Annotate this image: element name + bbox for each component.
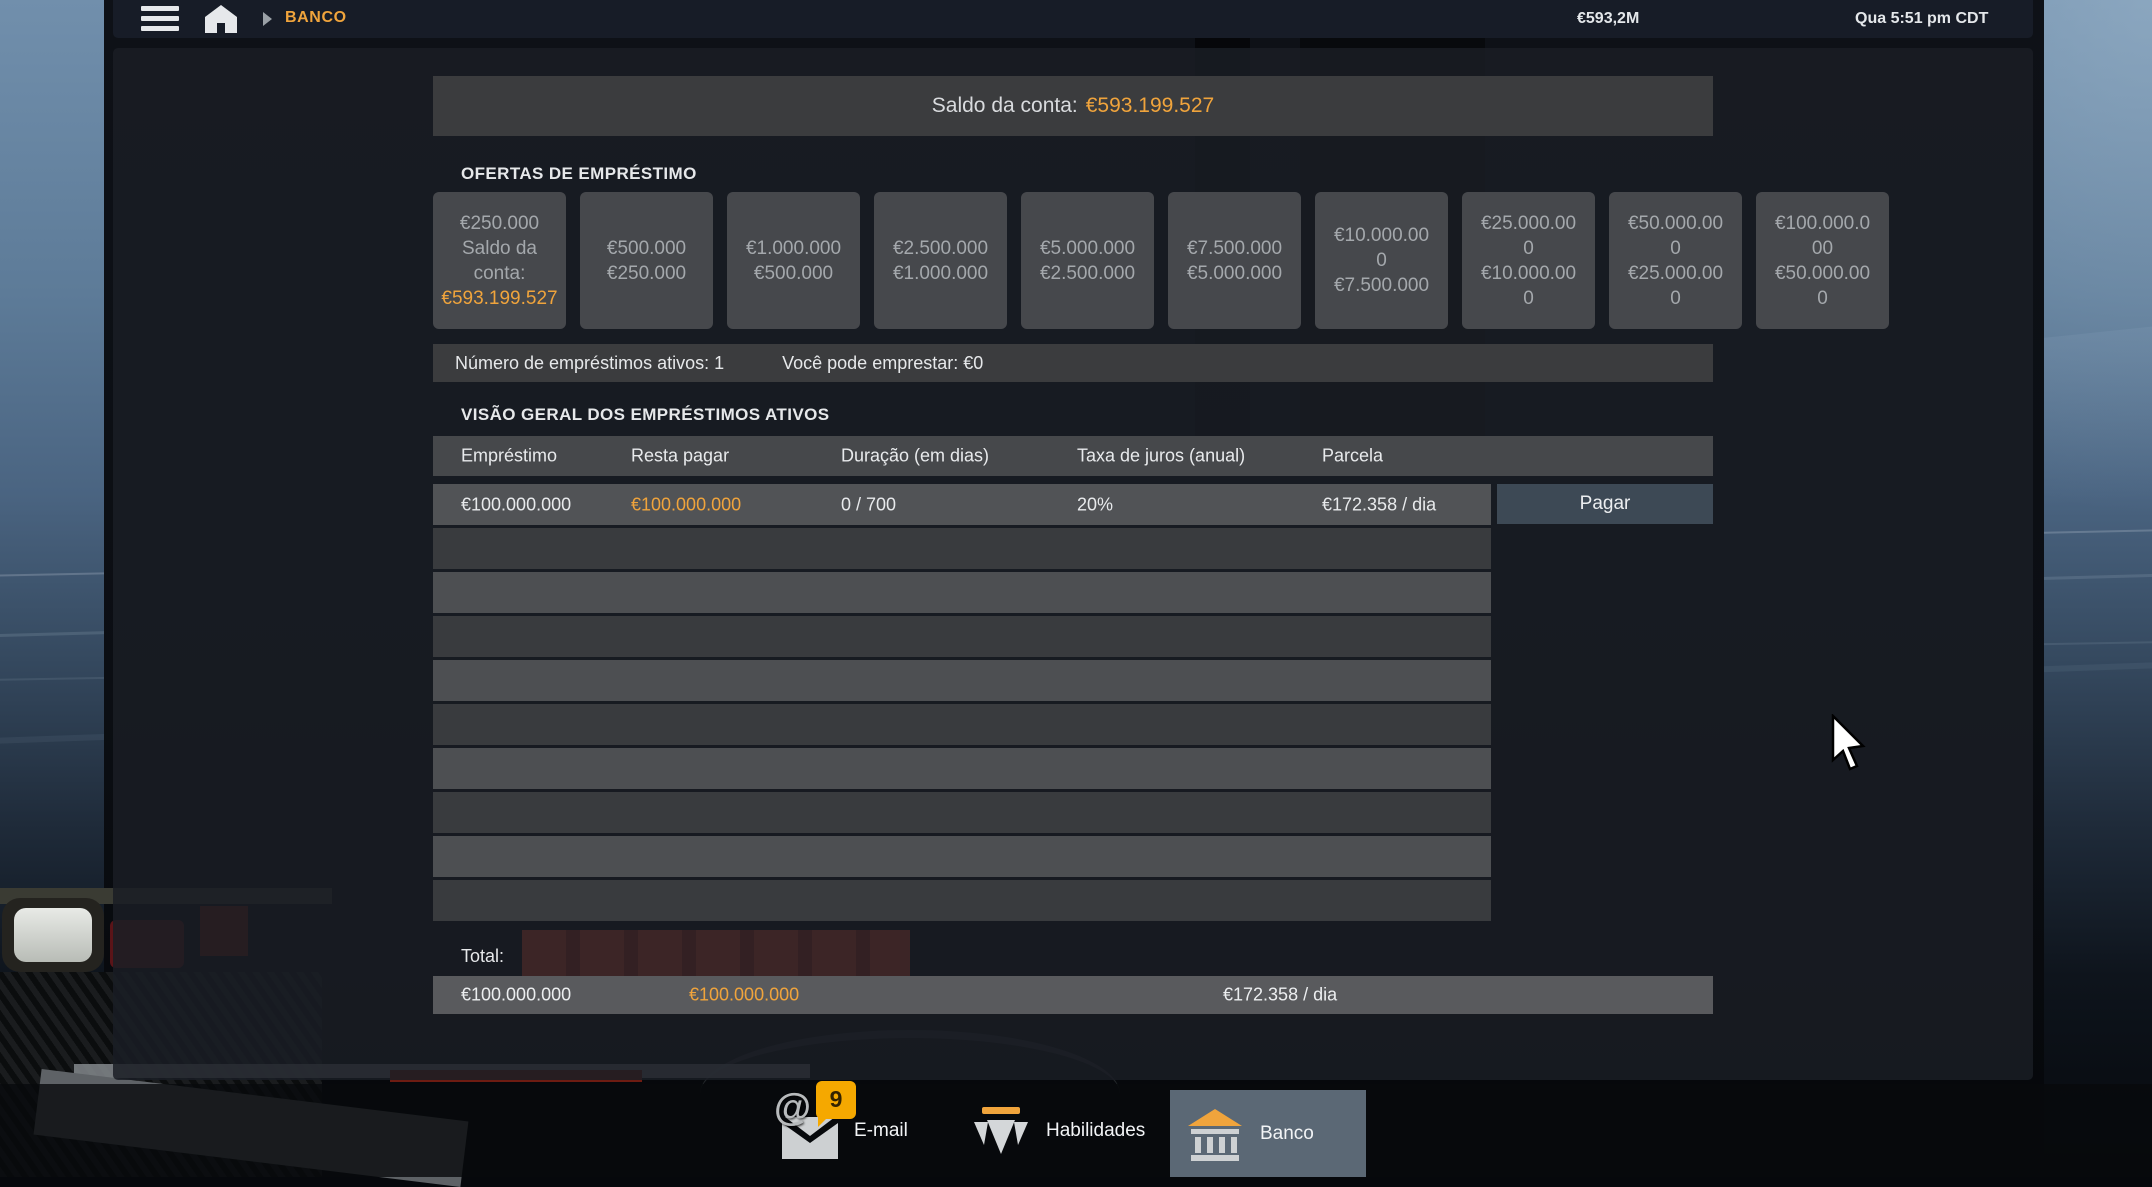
offer-payback: €7.500.000 [1331, 273, 1432, 298]
total-installment: €172.358 / dia [1223, 985, 1337, 1006]
offer-payback: €10.000.000 [1478, 261, 1579, 311]
loan-offer-card[interactable]: €5.000.000 €2.500.000 [1021, 192, 1154, 329]
empty-loan-row [433, 660, 1491, 701]
offer-amount: €1.000.000 [743, 236, 844, 261]
breadcrumb-bank[interactable]: BANCO [285, 9, 347, 27]
totals-bar: €100.000.000 €100.000.000 €172.358 / dia [433, 976, 1713, 1014]
breadcrumb-arrow-icon [263, 12, 272, 26]
tab-email[interactable]: @ 9 E-mail [764, 1084, 926, 1177]
empty-loan-row [433, 704, 1491, 745]
at-sign-icon: @ [774, 1087, 811, 1130]
active-loans-title: VISÃO GERAL DOS EMPRÉSTIMOS ATIVOS [461, 405, 829, 425]
tab-skills-label: Habilidades [1046, 1120, 1145, 1142]
loan-offer-card[interactable]: €7.500.000 €5.000.000 [1168, 192, 1301, 329]
bottom-nav-bar: @ 9 E-mail Habilidades [0, 1084, 2152, 1177]
header-duration: Duração (em dias) [841, 446, 989, 467]
balance-label: Saldo da conta: [932, 94, 1078, 118]
header-interest: Taxa de juros (anual) [1077, 446, 1245, 467]
active-loans-count: Número de empréstimos ativos: 1 [455, 353, 724, 374]
hamburger-icon [141, 6, 179, 11]
money-display: €593,2M [1577, 10, 1639, 28]
total-loan: €100.000.000 [461, 985, 571, 1006]
offer-tooltip-label: Saldo da conta: [449, 236, 550, 286]
loan-duration: 0 / 700 [841, 494, 896, 515]
loan-offer-card[interactable]: €2.500.000 €1.000.000 [874, 192, 1007, 329]
loan-offer-card[interactable]: €25.000.000 €10.000.000 [1462, 192, 1595, 329]
offer-amount: €250.000 [449, 211, 550, 236]
tab-bank-active[interactable]: Banco [1170, 1090, 1366, 1177]
empty-loan-row [433, 880, 1491, 921]
hamburger-icon [141, 16, 179, 21]
offer-payback: €25.000.000 [1625, 261, 1726, 311]
unread-mail-badge: 9 [816, 1081, 856, 1119]
header-installment: Parcela [1322, 446, 1383, 467]
loan-interest: 20% [1077, 494, 1113, 515]
offer-amount: €100.000.000 [1772, 211, 1873, 261]
offer-tooltip-value: €593.199.527 [441, 286, 557, 311]
empty-loan-row [433, 616, 1491, 657]
loan-offer-card[interactable]: €100.000.000 €50.000.000 [1756, 192, 1889, 329]
offer-amount: €5.000.000 [1037, 236, 1138, 261]
loan-offer-card[interactable]: €10.000.000 €7.500.000 [1315, 192, 1448, 329]
offer-payback: €1.000.000 [890, 261, 991, 286]
offer-payback: €250.000 [596, 261, 697, 286]
empty-loan-row [433, 792, 1491, 833]
offer-payback: €5.000.000 [1184, 261, 1285, 286]
offer-amount: €500.000 [596, 236, 697, 261]
bank-icon [1188, 1109, 1242, 1161]
loan-remaining: €100.000.000 [631, 494, 741, 515]
offer-amount: €7.500.000 [1184, 236, 1285, 261]
loan-offer-card[interactable]: €250.000 Saldo da conta: €593.199.527 [433, 192, 566, 329]
offer-payback: €2.500.000 [1037, 261, 1138, 286]
offer-amount: €2.500.000 [890, 236, 991, 261]
datetime-display: Qua 5:51 pm CDT [1855, 10, 1988, 28]
menu-button[interactable] [141, 6, 179, 32]
loan-table-row: €100.000.000 €100.000.000 0 / 700 20% €1… [433, 484, 1491, 525]
loan-offer-card[interactable]: €500.000 €250.000 [580, 192, 713, 329]
empty-loan-row [433, 572, 1491, 613]
truck-reverse-light [14, 908, 92, 962]
account-balance-bar: Saldo da conta: €593.199.527 [433, 76, 1713, 136]
total-label: Total: [461, 946, 504, 967]
bank-panel: Saldo da conta: €593.199.527 OFERTAS DE … [113, 48, 2033, 1080]
header-remaining: Resta pagar [631, 446, 729, 467]
tab-skills[interactable]: Habilidades [956, 1084, 1163, 1177]
loans-table-header: Empréstimo Resta pagar Duração (em dias)… [433, 436, 1713, 476]
loan-status-bar: Número de empréstimos ativos: 1 Você pod… [433, 344, 1713, 382]
top-bar: BANCO €593,2M Qua 5:51 pm CDT [113, 0, 2033, 38]
tab-email-label: E-mail [854, 1120, 908, 1142]
empty-loan-row [433, 528, 1491, 569]
header-loan: Empréstimo [461, 446, 557, 467]
pay-button[interactable]: Pagar [1497, 484, 1713, 524]
home-button[interactable] [205, 5, 237, 33]
tab-bank-label: Banco [1260, 1123, 1314, 1145]
hamburger-icon [141, 26, 179, 31]
offer-amount: €25.000.000 [1478, 211, 1579, 261]
skills-icon [974, 1107, 1028, 1159]
can-borrow-amount: Você pode emprestar: €0 [782, 353, 983, 374]
balance-value: €593.199.527 [1086, 94, 1214, 118]
offer-amount: €10.000.000 [1331, 223, 1432, 273]
loan-offers-row: €250.000 Saldo da conta: €593.199.527 €5… [433, 192, 1889, 329]
loan-offer-card[interactable]: €50.000.000 €25.000.000 [1609, 192, 1742, 329]
mouse-cursor [1830, 714, 1870, 777]
offer-amount: €50.000.000 [1625, 211, 1726, 261]
total-remaining: €100.000.000 [689, 985, 799, 1006]
home-icon [205, 5, 237, 33]
loan-installment: €172.358 / dia [1322, 494, 1436, 515]
offer-payback: €500.000 [743, 261, 844, 286]
loan-amount: €100.000.000 [461, 494, 571, 515]
loan-offers-title: OFERTAS DE EMPRÉSTIMO [461, 164, 697, 184]
offer-payback: €50.000.000 [1772, 261, 1873, 311]
loan-offer-card[interactable]: €1.000.000 €500.000 [727, 192, 860, 329]
empty-loan-row [433, 748, 1491, 789]
empty-loan-row [433, 836, 1491, 877]
